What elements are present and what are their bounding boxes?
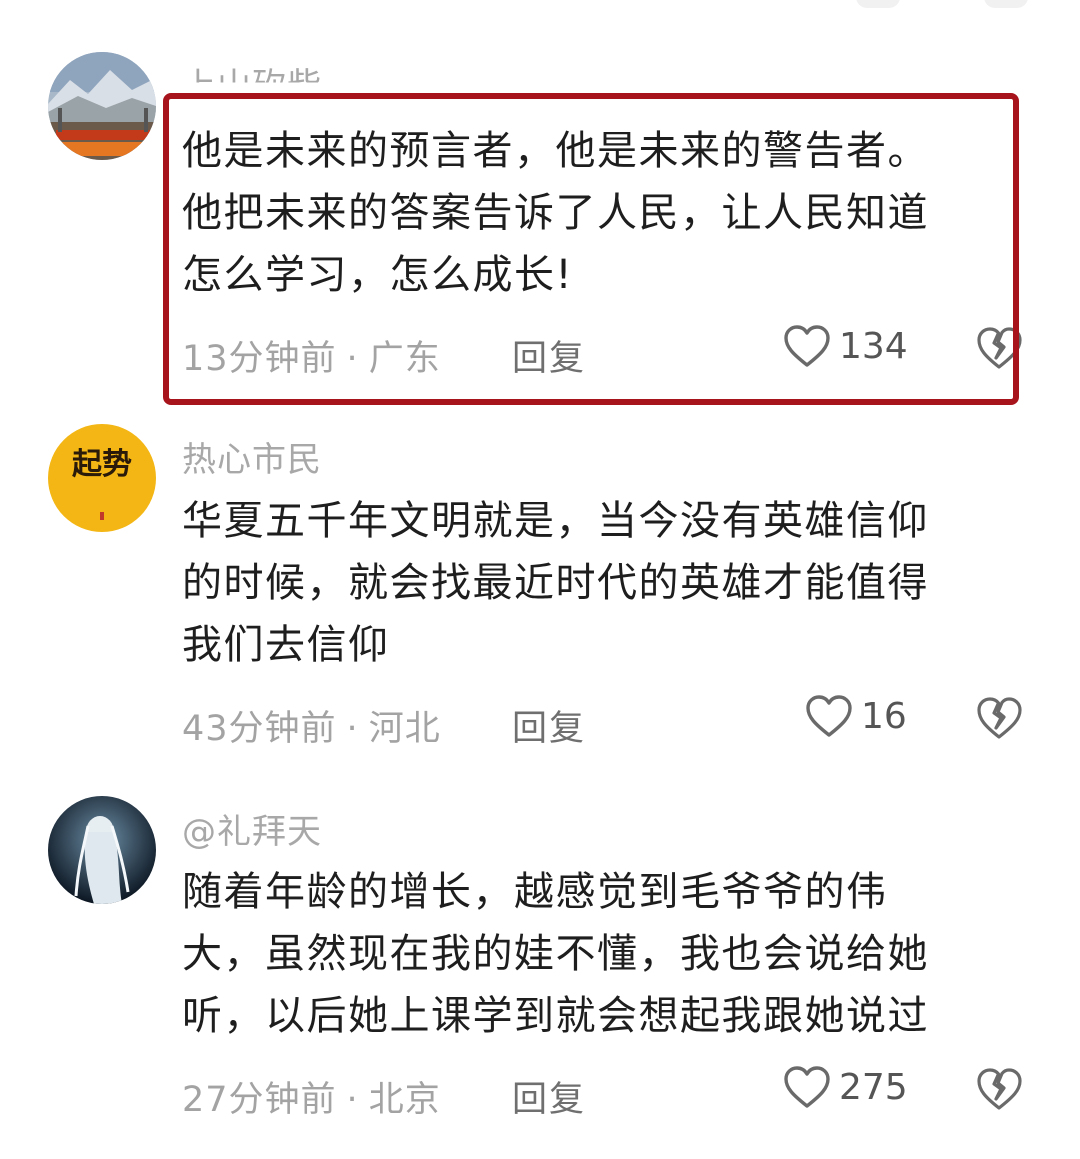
top-partial-button: [856, 0, 900, 8]
like-count: 275: [839, 1066, 908, 1108]
avatar[interactable]: [48, 52, 156, 160]
heart-outline-icon: [784, 325, 830, 367]
comment-text-line: 的时候，就会找最近时代的英雄才能值得: [182, 560, 929, 606]
comment-time: 13分钟前: [182, 339, 337, 379]
comment-meta: 43分钟前 · 河北: [182, 700, 441, 751]
comment-meta: 13分钟前 · 广东: [182, 330, 441, 381]
like-button[interactable]: 134: [783, 324, 908, 368]
like-button[interactable]: 275: [783, 1065, 908, 1109]
comment-text-line: 怎么学习，怎么成长!: [182, 252, 574, 298]
broken-heart-icon: [977, 327, 1022, 369]
comment-text: 随着年龄的增长，越感觉到毛爷爷的伟 大，虽然现在我的娃不懂，我也会说给她 听，以…: [182, 861, 1002, 1047]
avatar-calligraphy: 起势: [72, 447, 132, 482]
username[interactable]: 上山砍柴: [182, 58, 322, 83]
meta-separator: ·: [346, 709, 359, 749]
username[interactable]: @礼拜天: [182, 804, 322, 853]
heart-outline-icon: [806, 695, 852, 737]
avatar[interactable]: [48, 796, 156, 904]
comment-location: 河北: [368, 709, 441, 749]
broken-heart-icon: [977, 697, 1022, 739]
comment-text-line: 他把未来的答案告诉了人民，让人民知道: [182, 190, 929, 236]
comment-text-line: 听，以后她上课学到就会想起我跟她说过: [182, 993, 929, 1039]
dislike-button[interactable]: [976, 1067, 1022, 1115]
username[interactable]: 热心市民: [182, 432, 322, 481]
dislike-button[interactable]: [976, 696, 1022, 744]
comment-time: 43分钟前: [182, 709, 337, 749]
top-partial-button: [984, 0, 1028, 8]
comment-time: 27分钟前: [182, 1080, 337, 1120]
heart-outline-icon: [784, 1066, 830, 1108]
broken-heart-icon: [977, 1068, 1022, 1110]
meta-separator: ·: [346, 1080, 359, 1120]
comment-text-line: 大，虽然现在我的娃不懂，我也会说给她: [182, 931, 929, 977]
comment-location: 北京: [368, 1080, 441, 1120]
reply-button[interactable]: 回复: [512, 700, 586, 751]
comment-location: 广东: [368, 339, 441, 379]
comment-meta: 27分钟前 · 北京: [182, 1071, 441, 1122]
comment-text-line: 我们去信仰: [182, 622, 390, 668]
comment-text: 他是未来的预言者，他是未来的警告者。 他把未来的答案告诉了人民，让人民知道 怎么…: [182, 120, 1002, 306]
comment-text: 华夏五千年文明就是，当今没有英雄信仰 的时候，就会找最近时代的英雄才能值得 我们…: [182, 490, 1002, 676]
dislike-button[interactable]: [976, 326, 1022, 374]
reply-button[interactable]: 回复: [512, 1071, 586, 1122]
comment-text-line: 他是未来的预言者，他是未来的警告者。: [182, 128, 929, 174]
like-count: 16: [861, 695, 907, 737]
like-button[interactable]: 16: [805, 694, 907, 738]
comment-text-line: 随着年龄的增长，越感觉到毛爷爷的伟: [182, 869, 888, 915]
avatar[interactable]: 起势: [48, 424, 156, 532]
reply-button[interactable]: 回复: [512, 330, 586, 381]
like-count: 134: [839, 325, 908, 367]
comment-text-line: 华夏五千年文明就是，当今没有英雄信仰: [182, 498, 929, 544]
meta-separator: ·: [346, 339, 359, 379]
